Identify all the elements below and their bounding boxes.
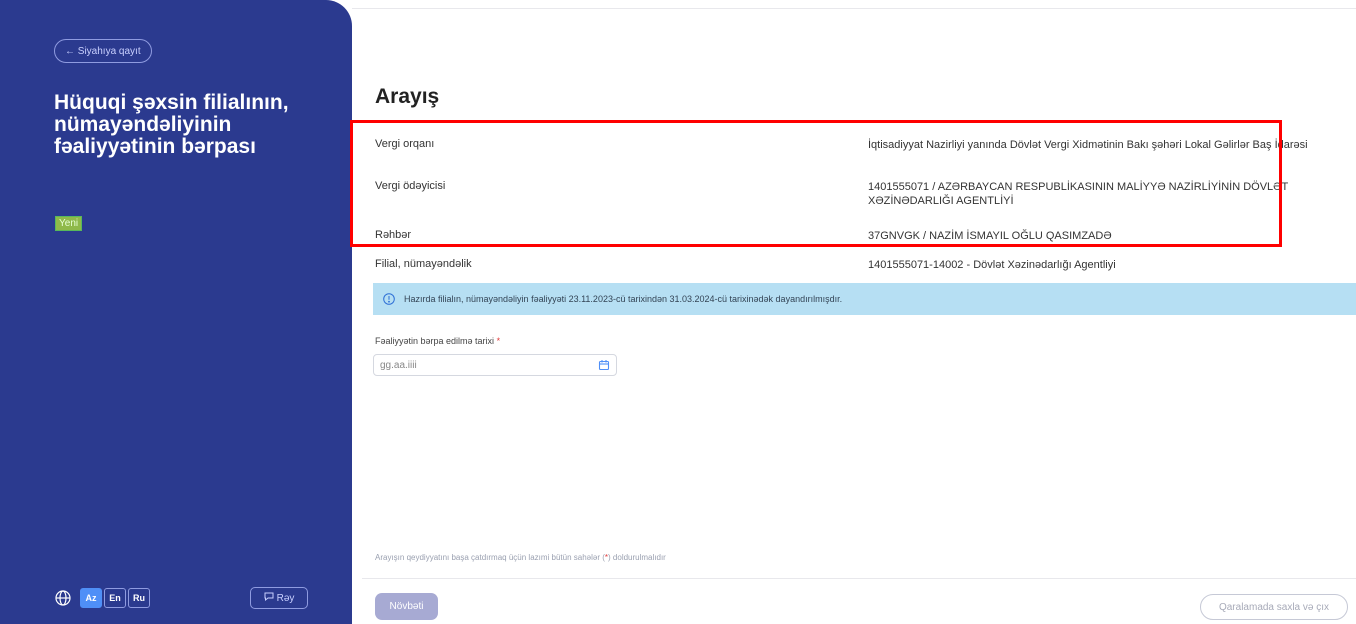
globe-icon [54,589,72,607]
info-label-taxpayer: Vergi ödəyicisi [375,180,446,192]
notice-text: Hazırda filialın, nümayəndəliyin fəaliyy… [404,294,843,304]
info-label-branch: Filial, nümayəndəlik [375,258,472,270]
save-draft-exit-button[interactable]: Qaralamada saxla və çıx [1200,594,1348,620]
sidebar-footer: Az En Ru Rəy [54,587,310,609]
sidebar-title: Hüquqi şəxsin filialının, nümayəndəliyin… [54,91,289,158]
top-divider [352,8,1356,9]
info-value-manager: 37GNVGK / NAZİM İSMAYIL OĞLU QASIMZADƏ [868,230,1112,242]
feedback-label: Rəy [276,592,295,604]
lang-ru-button[interactable]: Ru [128,588,150,608]
calendar-icon[interactable] [598,359,610,371]
bottom-divider [362,578,1356,579]
info-label-tax-authority: Vergi orqanı [375,138,435,150]
required-fields-footnote: Arayışın qeydiyyatını başa çatdırmaq üçü… [375,553,666,562]
info-value-branch: 1401555071-14002 - Dövlət Xəzinədarlığı … [868,259,1116,271]
comment-icon [264,592,274,604]
info-icon [383,293,395,305]
feedback-button[interactable]: Rəy [250,587,308,609]
required-mark: * [496,336,501,346]
lang-en-button[interactable]: En [104,588,126,608]
status-badge: Yeni [55,216,83,231]
restore-date-label: Fəaliyyətin bərpa edilmə tarixi * [375,336,501,346]
page-title: Arayış [375,85,440,108]
sidebar: ← Siyahıya qayıt Hüquqi şəxsin filialını… [0,0,352,624]
info-notice: Hazırda filialın, nümayəndəliyin fəaliyy… [373,283,1356,315]
page: ← Siyahıya qayıt Hüquqi şəxsin filialını… [0,0,1356,624]
info-label-manager: Rəhbər [375,229,412,241]
info-value-taxpayer: 1401555071 / AZƏRBAYCAN RESPUBLİKASININ … [868,181,1288,207]
language-switcher: Az En Ru [80,588,150,608]
back-to-list-button[interactable]: ← Siyahıya qayıt [54,39,152,63]
info-value-tax-authority: İqtisadiyyat Nazirliyi yanında Dövlət Ve… [868,139,1308,151]
next-button[interactable]: Növbəti [375,593,438,620]
restore-date-input[interactable] [373,354,617,376]
lang-az-button[interactable]: Az [80,588,102,608]
